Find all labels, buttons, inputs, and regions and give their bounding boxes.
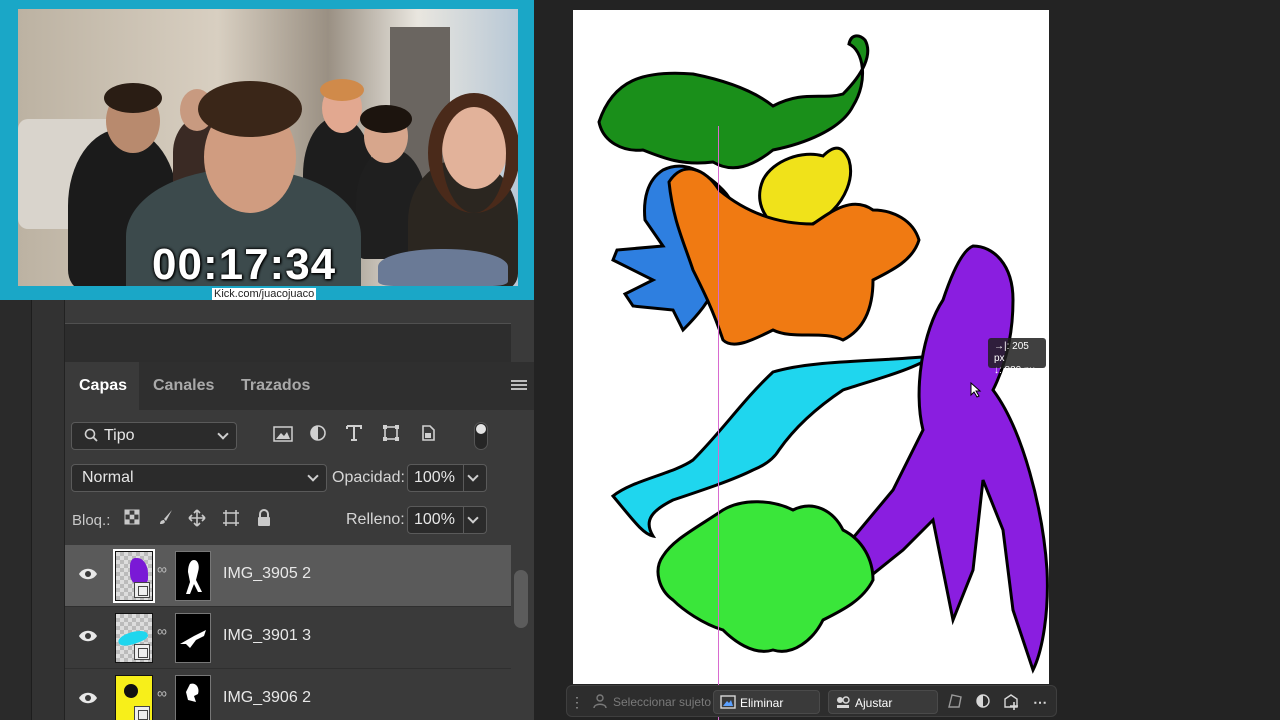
channel-tag: Kick.com/juacojuaco: [212, 288, 317, 300]
layer-filter-dropdown[interactable]: Tipo: [71, 422, 237, 450]
lock-position-icon[interactable]: [186, 509, 208, 531]
adjust-colors-label: Ajustar colores: [855, 696, 893, 710]
remove-background-button[interactable]: Eliminar fondo: [713, 690, 820, 714]
layers-scrollbar[interactable]: [514, 570, 528, 628]
fill-input[interactable]: 100%: [407, 506, 487, 534]
layer-thumbnail[interactable]: [115, 675, 153, 720]
fill-label: Relleno:: [346, 511, 405, 528]
filter-adjustment-icon[interactable]: [306, 424, 330, 448]
chevron-down-icon: [217, 428, 229, 440]
chevron-down-icon[interactable]: [467, 470, 479, 482]
smart-guide-line: [718, 126, 719, 720]
smart-object-badge-icon: [134, 582, 150, 598]
stream-timer: 00:17:34: [152, 240, 337, 289]
layer-row[interactable]: ∞ IMG_3905 2: [65, 545, 511, 607]
image-icon: [720, 694, 736, 718]
filter-shape-icon[interactable]: [379, 424, 403, 448]
more-options-icon[interactable]: ⋯: [1031, 693, 1049, 711]
link-icon[interactable]: ∞: [157, 624, 167, 652]
filter-pixel-icon[interactable]: [271, 424, 295, 448]
layer-thumbnail[interactable]: [115, 613, 153, 663]
lock-transparency-icon[interactable]: [121, 509, 143, 531]
eye-icon[interactable]: [78, 629, 98, 643]
tab-canales[interactable]: Canales: [139, 362, 228, 410]
layer-name[interactable]: IMG_3906 2: [223, 689, 311, 707]
layer-name[interactable]: IMG_3905 2: [223, 565, 311, 583]
measure-width: →|: 205 px: [994, 341, 1029, 364]
layers-panel-tabs: Capas Canales Trazados: [65, 362, 535, 410]
eye-icon[interactable]: [78, 567, 98, 581]
link-icon[interactable]: ∞: [157, 686, 167, 714]
photoshop-window: Capas Canales Trazados Tipo Normal Opaci…: [0, 0, 1280, 720]
bright-green-creature: [656, 500, 875, 653]
adjustment-layer-icon[interactable]: [974, 693, 992, 711]
eye-icon[interactable]: [78, 691, 98, 705]
chevron-down-icon[interactable]: [467, 512, 479, 524]
lock-brush-icon[interactable]: [155, 509, 177, 531]
panel-menu-icon[interactable]: [511, 380, 527, 392]
adjust-colors-button[interactable]: Ajustar colores: [828, 690, 938, 714]
layer-mask-thumbnail[interactable]: [175, 675, 211, 720]
lock-label: Bloq.:: [72, 512, 111, 529]
filter-type-icon[interactable]: [342, 424, 366, 448]
layer-mask-thumbnail[interactable]: [175, 551, 211, 601]
smart-object-badge-icon: [134, 706, 150, 720]
layer-row[interactable]: ∞ IMG_3906 2: [65, 669, 511, 720]
link-icon[interactable]: ∞: [157, 562, 167, 590]
tab-capas[interactable]: Capas: [65, 362, 139, 410]
remove-background-label: Eliminar fondo: [740, 696, 784, 710]
green-creature: [597, 34, 870, 170]
opacity-label: Opacidad:: [332, 469, 405, 486]
layers-panel: Capas Canales Trazados Tipo Normal Opaci…: [64, 362, 535, 720]
panel-separator: [65, 324, 511, 362]
measure-tooltip: →|: 205 px ↓: 880 px: [988, 338, 1046, 376]
add-mask-icon[interactable]: [1002, 693, 1020, 711]
upper-panel: [64, 290, 534, 362]
tab-trazados[interactable]: Trazados: [227, 362, 324, 410]
select-subject-button[interactable]: Seleccionar sujeto: [607, 690, 717, 714]
document-canvas[interactable]: [573, 10, 1049, 684]
adjust-colors-icon: [835, 694, 851, 718]
drag-handle-icon[interactable]: ⋮: [570, 693, 584, 711]
contextual-task-bar: ⋮ Seleccionar sujeto Eliminar fondo Ajus…: [566, 685, 1057, 717]
fill-value: 100%: [414, 511, 455, 528]
blend-mode-value: Normal: [82, 469, 134, 486]
measure-height: ↓: 880 px: [994, 365, 1035, 376]
opacity-value: 100%: [414, 469, 455, 486]
lock-artboard-icon[interactable]: [220, 509, 242, 531]
webcam-overlay: 00:17:34 Kick.com/juacojuaco: [0, 0, 534, 300]
filter-toggle-switch[interactable]: [474, 422, 488, 450]
mouse-cursor-icon: [970, 381, 982, 398]
layer-name[interactable]: IMG_3901 3: [223, 627, 311, 645]
lock-all-icon[interactable]: [253, 509, 275, 531]
search-icon: [84, 428, 98, 447]
chevron-down-icon: [307, 470, 319, 482]
smart-object-badge-icon: [134, 644, 150, 660]
layer-mask-thumbnail[interactable]: [175, 613, 211, 663]
filter-label: Tipo: [104, 427, 135, 444]
warp-icon[interactable]: [946, 693, 964, 711]
layer-row[interactable]: ∞ IMG_3901 3: [65, 607, 511, 669]
opacity-input[interactable]: 100%: [407, 464, 487, 492]
layer-thumbnail[interactable]: [113, 549, 155, 603]
filter-smart-object-icon[interactable]: [416, 424, 440, 448]
blend-mode-dropdown[interactable]: Normal: [71, 464, 327, 492]
